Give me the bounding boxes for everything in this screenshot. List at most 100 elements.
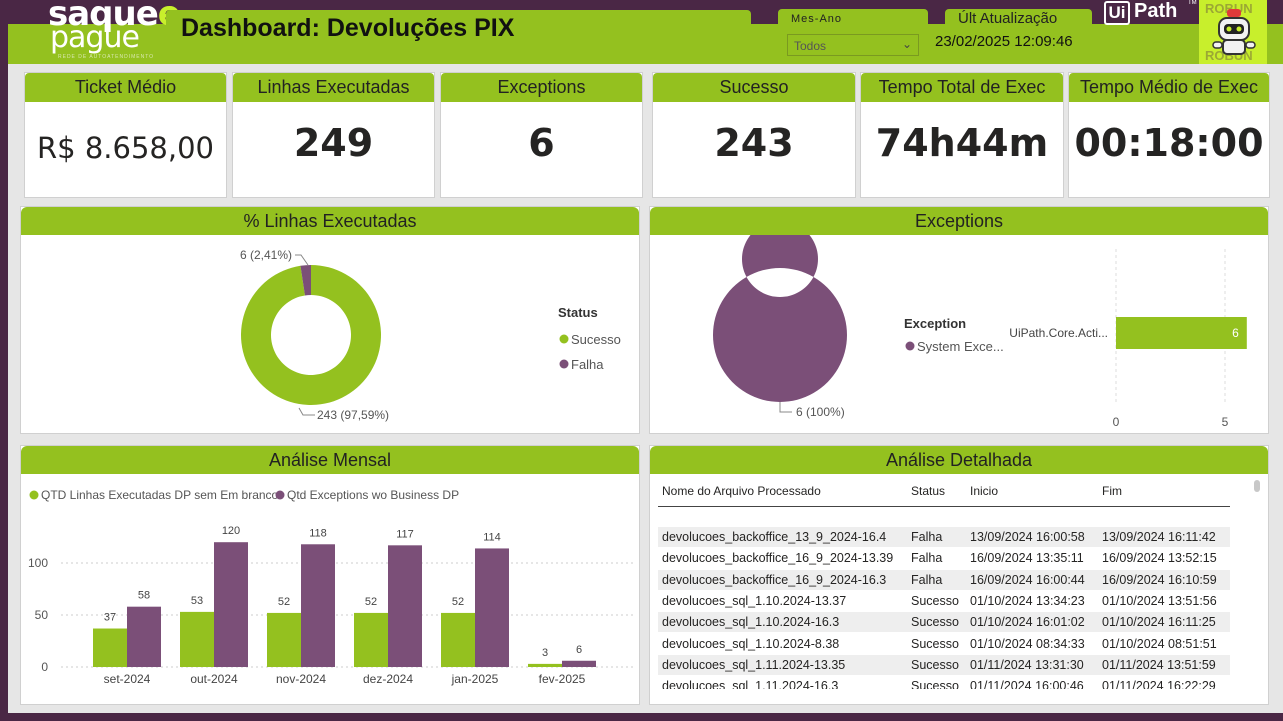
kpi-title: Tempo Médio de Exec	[1069, 73, 1269, 102]
mes-ano-selected-value: Todos	[794, 39, 827, 53]
table-row[interactable]: devolucoes_sql_1.10.2024-16.3 Sucesso 01/1…	[658, 612, 1230, 634]
column-header-fim[interactable]: Fim	[1102, 484, 1122, 498]
bar-data-label: 117	[396, 528, 414, 540]
kpi-title: Sucesso	[653, 73, 855, 102]
legend-marker	[29, 490, 39, 500]
cell-status: Sucesso	[911, 615, 959, 630]
column-header-arquivo[interactable]: Nome do Arquivo Processado	[662, 484, 821, 498]
panel-exceptions: Exceptions 6 (100%) Exception System Exce.…	[649, 206, 1269, 434]
legend-title: Exception	[904, 316, 966, 331]
cell-fim: 16/09/2024 13:52:15	[1102, 551, 1217, 566]
mes-ano-dropdown[interactable]: Todos ⌄	[787, 34, 919, 56]
cell-fim: 16/09/2024 16:10:59	[1102, 572, 1217, 587]
bar-set-2024-series-2[interactable]	[127, 606, 161, 667]
cell-inicio: 01/11/2024 16:00:46	[970, 679, 1084, 689]
header-divider	[658, 506, 1230, 507]
cell-arquivo: devolucoes_backoffice_16_9_2024-16.3	[662, 572, 887, 587]
legend-item-series-2[interactable]: Qtd Exceptions wo Business DP	[287, 488, 459, 502]
kpi-value: 243	[714, 121, 794, 165]
x-tick-label: set-2024	[104, 672, 151, 686]
cell-arquivo: devolucoes_sql_1.11.2024-13.35	[662, 657, 846, 672]
kpi-value: 249	[293, 121, 374, 165]
bar-fev-2025-series-1[interactable]	[528, 663, 562, 667]
table-scrollbar[interactable]	[1254, 480, 1260, 492]
cell-status: Sucesso	[911, 636, 959, 651]
cell-fim: 01/10/2024 16:11:25	[1102, 615, 1216, 630]
x-tick-label: out-2024	[190, 672, 238, 686]
kpi-value: 00:18:00	[1074, 121, 1264, 165]
leader-line	[779, 402, 792, 413]
bar-nov-2024-series-1[interactable]	[267, 612, 301, 667]
cell-inicio: 16/09/2024 16:00:44	[970, 572, 1085, 587]
legend-item-series-1[interactable]: QTD Linhas Executadas DP sem Em branco	[41, 488, 279, 502]
bar-data-label: 53	[191, 595, 203, 607]
donut-chart-linhas: 243 (97,59%) 6 (2,41%) Status Sucesso Falha	[240, 248, 621, 422]
slice-label-sucesso: 243 (97,59%)	[317, 408, 389, 422]
kpi-card-ticket-medio: Ticket Médio R$ 8.658,00	[24, 72, 227, 198]
last-update-label: Últ Atualização	[958, 10, 1058, 27]
column-header-inicio[interactable]: Inicio	[970, 484, 998, 498]
legend-item-falha[interactable]: Falha	[571, 357, 604, 372]
uipath-logo: Ui Path TM	[1104, 0, 1197, 26]
x-tick-label: dez-2024	[363, 672, 413, 686]
bar-out-2024-series-2[interactable]	[214, 542, 248, 667]
x-tick-label: nov-2024	[276, 672, 326, 686]
y-tick-label: 0	[41, 660, 48, 674]
kpi-title: Linhas Executadas	[233, 73, 434, 102]
legend-title: Status	[558, 305, 598, 320]
page-title: Dashboard: Devoluções PIX	[181, 14, 515, 42]
cell-fim: 01/10/2024 08:51:51	[1102, 636, 1217, 651]
bar-jan-2025-series-1[interactable]	[441, 612, 475, 667]
mes-ano-label: Mes-Ano	[791, 13, 843, 25]
table-row[interactable]: devolucoes_sql_1.10.2024-8.38 Sucesso 01/1…	[658, 634, 1230, 655]
legend-marker	[905, 341, 915, 351]
panel-title: Exceptions	[650, 207, 1268, 235]
cell-inicio: 01/10/2024 08:34:33	[970, 636, 1085, 651]
cell-fim: 01/10/2024 13:51:56	[1102, 593, 1217, 608]
legend-item-system-exception[interactable]: System Exce...	[917, 339, 1004, 354]
bar-dez-2024-series-1[interactable]	[354, 612, 388, 667]
bar-data-label: 114	[483, 531, 501, 543]
bar-jan-2025-series-2[interactable]	[475, 548, 509, 667]
x-tick-label: 5	[1222, 415, 1229, 429]
cell-status: Sucesso	[911, 657, 959, 672]
donut-slice-system-exception[interactable]	[713, 235, 847, 402]
table-row[interactable]: devolucoes_backoffice_16_9_2024-13.39 Fal…	[658, 548, 1230, 570]
bar-data-label: 52	[452, 596, 464, 608]
column-header-status[interactable]: Status	[911, 484, 945, 498]
legend-marker	[559, 334, 569, 344]
bar-data-label: 120	[222, 525, 240, 537]
bar-nov-2024-series-2[interactable]	[301, 544, 335, 667]
cell-status: Falha	[911, 551, 943, 566]
bar-data-label: 37	[104, 612, 116, 624]
table-row[interactable]: devolucoes_backoffice_16_9_2024-16.3 Falh…	[658, 569, 1230, 591]
hbar-uipath-core[interactable]	[1116, 317, 1247, 349]
kpi-card-exceptions: Exceptions 6	[440, 72, 643, 198]
cell-arquivo: devolucoes_sql_1.10.2024-8.38	[662, 636, 840, 651]
cell-inicio: 01/10/2024 13:34:23	[970, 593, 1085, 608]
slice-label-system-exception: 6 (100%)	[796, 405, 845, 419]
bar-dez-2024-series-2[interactable]	[388, 545, 422, 667]
kpi-card-tempo-medio: Tempo Médio de Exec 00:18:00	[1068, 72, 1270, 198]
hbar-data-label: 6	[1232, 326, 1239, 340]
panel-title: Análise Detalhada	[650, 446, 1268, 474]
kpi-title: Ticket Médio	[25, 73, 226, 102]
table-row[interactable]: devolucoes_sql_1.11.2024-13.35 Sucesso 01/…	[658, 654, 1230, 676]
cell-inicio: 01/11/2024 13:31:30	[970, 657, 1084, 672]
table-row[interactable]: devolucoes_sql_1.10.2024-13.37 Sucesso 01/…	[658, 591, 1230, 612]
cell-fim: 13/09/2024 16:11:42	[1102, 530, 1216, 544]
bar-fev-2025-series-2[interactable]	[562, 660, 596, 667]
bar-out-2024-series-1[interactable]	[180, 611, 214, 667]
cell-fim: 01/11/2024 16:22:29	[1102, 679, 1216, 689]
table-row[interactable]: devolucoes_sql_1.11.2024-16.3 Sucesso 01/1…	[658, 676, 1230, 689]
kpi-title: Tempo Total de Exec	[861, 73, 1063, 102]
table-row[interactable]: devolucoes_backoffice_13_9_2024-16.4 Falh…	[658, 527, 1230, 548]
bar-set-2024-series-1[interactable]	[93, 628, 127, 667]
bar-data-label: 3	[542, 647, 548, 659]
bar-data-label: 52	[365, 596, 377, 608]
cell-status: Sucesso	[911, 679, 959, 689]
kpi-value: 74h44m	[875, 121, 1049, 165]
legend-item-sucesso[interactable]: Sucesso	[571, 332, 621, 347]
uipath-logo-box: Ui	[1104, 1, 1130, 25]
last-update-value: 23/02/2025 12:09:46	[935, 33, 1073, 50]
